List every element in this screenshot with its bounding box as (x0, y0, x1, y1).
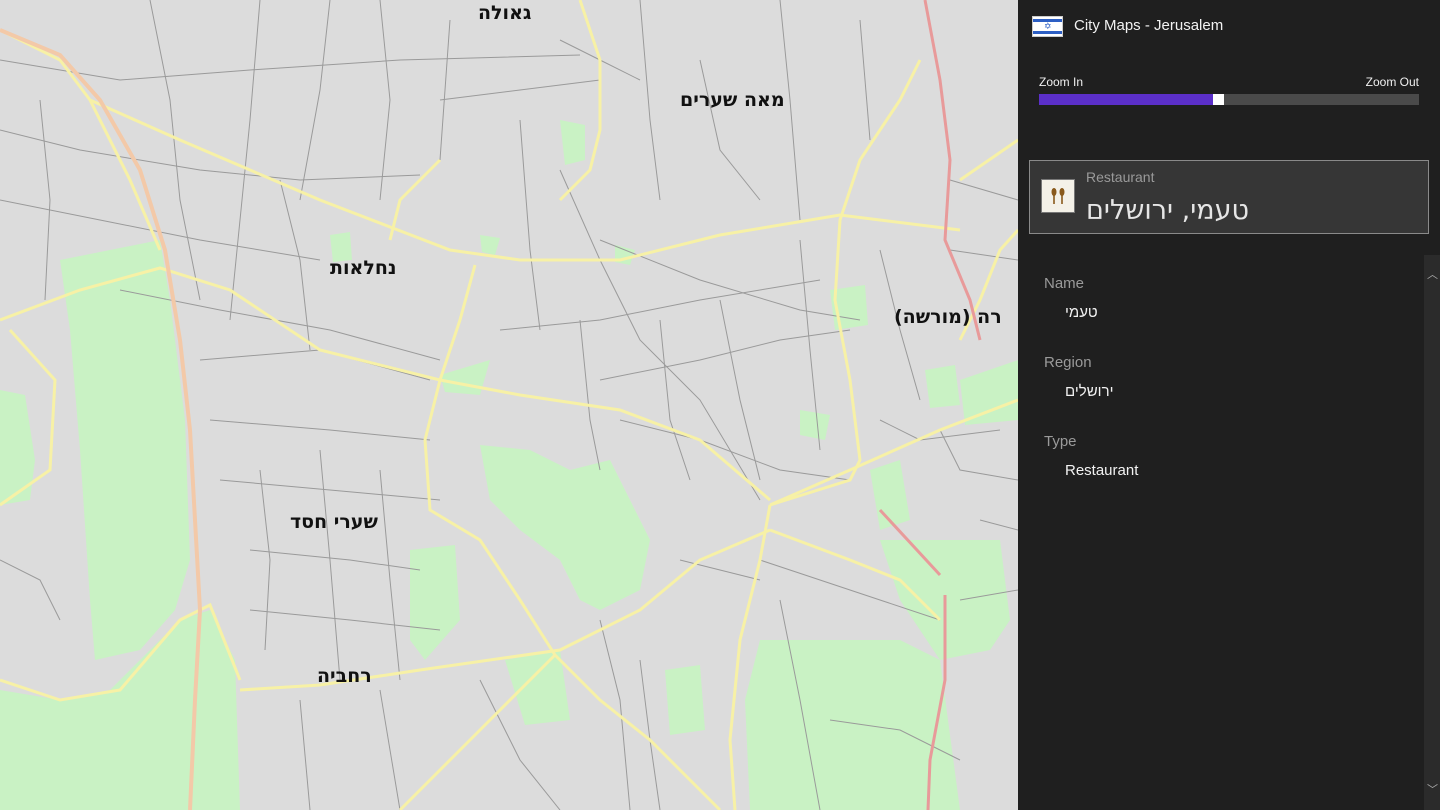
zoom-in-label[interactable]: Zoom In (1039, 75, 1083, 89)
zoom-slider-fill (1039, 94, 1218, 105)
poi-name: טעמי, ירושלים (1086, 195, 1250, 226)
detail-value-region: ירושלים (1065, 383, 1114, 400)
parks (0, 120, 1018, 810)
map-label-mea-shearim: מאה שערים (680, 89, 785, 111)
map-label-geula: גאולה (478, 2, 532, 24)
detail-label-region: Region (1044, 354, 1092, 371)
zoom-out-label[interactable]: Zoom Out (1366, 75, 1419, 89)
map-label-nachlaot: נחלאות (330, 257, 397, 279)
scroll-down-icon[interactable]: ﹀ (1427, 784, 1438, 796)
poi-card[interactable]: Restaurant טעמי, ירושלים (1029, 160, 1429, 234)
map-label-rehavia: רחביה (317, 665, 372, 687)
israel-flag-icon: ✡ (1032, 16, 1063, 37)
map-view[interactable]: גאולה מאה שערים נחלאות רה (מורשה) שערי ח… (0, 0, 1018, 810)
detail-label-name: Name (1044, 275, 1085, 292)
info-panel: ✡ City Maps - Jerusalem Zoom In Zoom Out… (1018, 0, 1440, 810)
map-canvas[interactable] (0, 0, 1018, 810)
restaurant-icon (1041, 179, 1075, 213)
map-label-morasha: רה (מורשה) (894, 306, 1002, 328)
scroll-up-icon[interactable]: ︿ (1427, 269, 1438, 281)
zoom-slider-thumb[interactable] (1212, 94, 1224, 105)
details-scrollbar[interactable]: ︿ ﹀ (1424, 255, 1440, 810)
detail-value-name: טעמי (1065, 304, 1098, 321)
zoom-slider[interactable] (1039, 94, 1419, 105)
detail-value-type: Restaurant (1065, 462, 1139, 479)
poi-type: Restaurant (1086, 169, 1155, 185)
map-label-shaarei-hesed: שערי חסד (290, 511, 378, 533)
detail-label-type: Type (1044, 433, 1077, 450)
app-title: City Maps - Jerusalem (1074, 17, 1224, 34)
